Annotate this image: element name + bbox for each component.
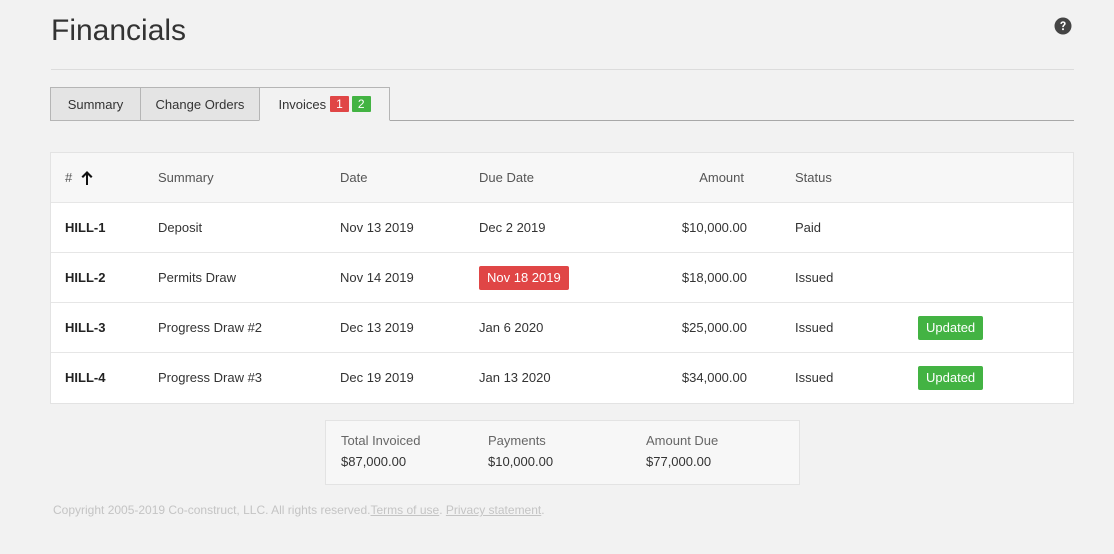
invoice-due-date: Jan 13 2020 xyxy=(479,370,551,385)
title-divider xyxy=(51,69,1074,70)
payments-value: $10,000.00 xyxy=(488,454,554,469)
column-header-number[interactable]: # xyxy=(65,153,94,203)
table-row[interactable]: HILL-3 Progress Draw #2 Dec 13 2019 Jan … xyxy=(51,303,1073,353)
invoice-date: Dec 13 2019 xyxy=(340,320,414,335)
invoice-date: Nov 13 2019 xyxy=(340,220,414,235)
footer-separator: . xyxy=(439,503,446,517)
invoice-status: Issued xyxy=(795,270,834,285)
invoice-status: Paid xyxy=(795,220,822,235)
tab-summary[interactable]: Summary xyxy=(50,87,141,121)
terms-link[interactable]: Terms of use xyxy=(371,503,440,517)
copyright-text: Copyright 2005-2019 Co-construct, LLC. A… xyxy=(53,503,371,517)
arrow-up-icon xyxy=(81,170,93,185)
invoice-summary: Progress Draw #3 xyxy=(158,370,263,385)
invoice-due-date: Jan 6 2020 xyxy=(479,320,544,335)
payments: Payments $10,000.00 xyxy=(488,433,553,469)
column-header-status[interactable]: Status xyxy=(795,153,832,203)
invoice-amount: $34,000.00 xyxy=(681,370,747,385)
invoice-flag: Updated xyxy=(918,353,984,403)
table-row[interactable]: HILL-2 Permits Draw Nov 14 2019 Nov 18 2… xyxy=(51,253,1073,303)
overdue-due-date-badge: Nov 18 2019 xyxy=(479,266,569,290)
invoice-summary: Permits Draw xyxy=(158,270,237,285)
financials-page: Financials Summary Change Orders Invoice… xyxy=(0,0,1114,554)
table-row[interactable]: HILL-1 Deposit Nov 13 2019 Dec 2 2019 $1… xyxy=(51,203,1073,253)
total-invoiced: Total Invoiced $87,000.00 xyxy=(341,433,421,469)
updated-badge: Updated xyxy=(918,366,984,390)
tab-change-orders[interactable]: Change Orders xyxy=(140,87,260,121)
invoice-due-date: Dec 2 2019 xyxy=(479,220,546,235)
payments-label: Payments xyxy=(488,433,546,448)
tab-invoices[interactable]: Invoices 1 2 xyxy=(259,87,390,121)
table-header: # Summary Date Due Date Amount Status xyxy=(51,153,1073,203)
invoice-flag: Updated xyxy=(918,303,984,353)
help-icon[interactable] xyxy=(1054,17,1072,35)
invoice-amount: $18,000.00 xyxy=(681,270,747,285)
footer-end: . xyxy=(541,503,545,517)
invoice-id[interactable]: HILL-1 xyxy=(65,203,105,253)
invoices-table: # Summary Date Due Date Amount Status HI… xyxy=(50,152,1074,404)
invoice-id[interactable]: HILL-2 xyxy=(65,253,105,303)
tab-summary-label: Summary xyxy=(67,96,124,112)
amount-due-label: Amount Due xyxy=(646,433,719,448)
invoice-date: Dec 19 2019 xyxy=(340,370,414,385)
invoice-summary: Progress Draw #2 xyxy=(158,320,263,335)
total-invoiced-label: Total Invoiced xyxy=(341,433,421,448)
invoice-amount: $10,000.00 xyxy=(681,220,747,235)
invoice-date: Nov 14 2019 xyxy=(340,270,414,285)
invoice-id[interactable]: HILL-3 xyxy=(65,303,105,353)
totals-panel: Total Invoiced $87,000.00 Payments $10,0… xyxy=(325,420,800,485)
invoices-badge-green: 2 xyxy=(351,96,371,112)
column-header-date[interactable]: Date xyxy=(340,153,367,203)
tab-invoices-label: Invoices xyxy=(278,96,327,112)
amount-due: Amount Due $77,000.00 xyxy=(646,433,718,469)
invoice-amount: $25,000.00 xyxy=(681,320,747,335)
invoice-summary: Deposit xyxy=(158,220,203,235)
column-header-due-date[interactable]: Due Date xyxy=(479,153,534,203)
invoices-badge-red: 1 xyxy=(330,96,349,112)
invoice-id[interactable]: HILL-4 xyxy=(65,353,105,403)
table-row[interactable]: HILL-4 Progress Draw #3 Dec 19 2019 Jan … xyxy=(51,353,1073,403)
financials-tabs: Summary Change Orders Invoices 1 2 xyxy=(50,87,1074,121)
amount-due-value: $77,000.00 xyxy=(646,454,712,469)
privacy-link[interactable]: Privacy statement xyxy=(446,503,541,517)
updated-badge: Updated xyxy=(918,316,984,340)
invoice-status: Issued xyxy=(795,320,834,335)
total-invoiced-value: $87,000.00 xyxy=(341,454,407,469)
invoice-status: Issued xyxy=(795,370,834,385)
column-header-number-label: # xyxy=(65,170,73,185)
column-header-amount[interactable]: Amount xyxy=(699,153,744,203)
invoice-due-date: Nov 18 2019 xyxy=(479,253,569,303)
footer: Copyright 2005-2019 Co-construct, LLC. A… xyxy=(53,503,545,517)
page-title: Financials xyxy=(51,14,187,47)
column-header-summary[interactable]: Summary xyxy=(158,153,214,203)
tab-change-orders-label: Change Orders xyxy=(155,96,245,112)
